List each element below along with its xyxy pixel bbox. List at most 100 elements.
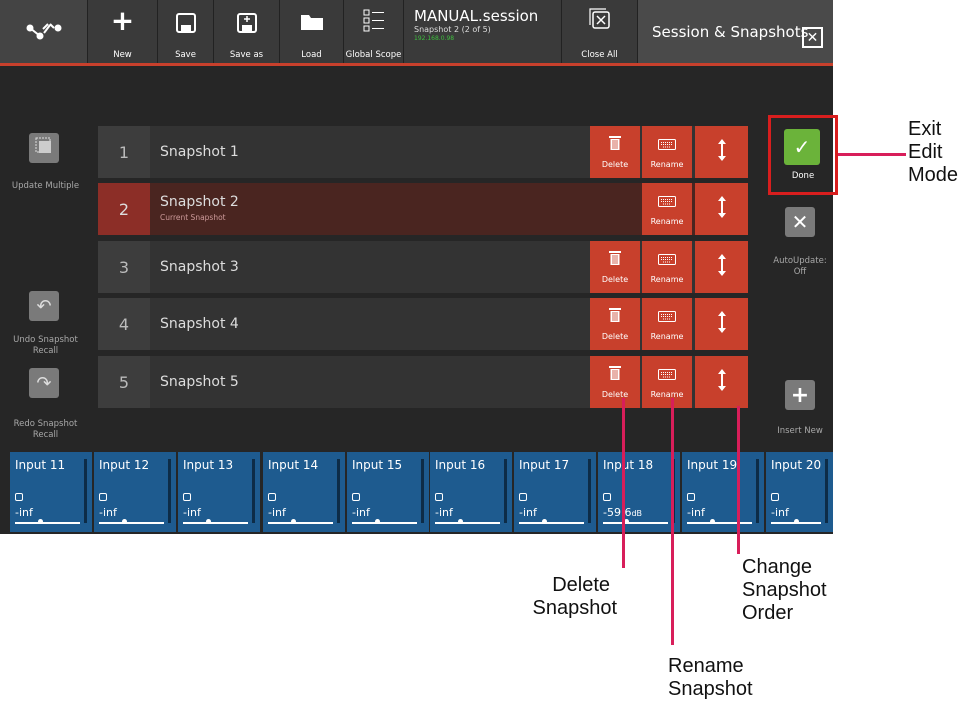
annotation-line: Delete bbox=[552, 574, 610, 596]
fader-track[interactable] bbox=[435, 522, 500, 524]
save-as-button[interactable]: Save as bbox=[214, 0, 280, 63]
fader-track[interactable] bbox=[687, 522, 752, 524]
channel-lock-icon bbox=[687, 493, 695, 501]
channel-level-value: -inf bbox=[687, 506, 705, 519]
channel-fader[interactable]: Input 16 -inf bbox=[430, 452, 512, 532]
fader-knob[interactable] bbox=[458, 519, 463, 524]
channel-lock-icon bbox=[519, 493, 527, 501]
exit-edit-mode-annotation: Exit Edit Mode bbox=[908, 118, 958, 187]
undo-snapshot-recall-button[interactable]: ↶ bbox=[29, 291, 59, 321]
channel-level: -inf bbox=[268, 506, 286, 519]
redo-snapshot-recall-button[interactable]: ↷ bbox=[29, 368, 59, 398]
fader-track[interactable] bbox=[15, 522, 80, 524]
rename-button[interactable]: Rename bbox=[642, 126, 692, 178]
fader-track[interactable] bbox=[519, 522, 584, 524]
delete-button[interactable]: Delete bbox=[590, 126, 640, 178]
save-as-label: Save as bbox=[229, 50, 264, 60]
reorder-handle[interactable] bbox=[695, 183, 748, 235]
reorder-handle[interactable] bbox=[695, 126, 748, 178]
fader-track[interactable] bbox=[603, 522, 668, 524]
plus-icon: + bbox=[110, 4, 135, 37]
channel-fader[interactable]: Input 13 -inf bbox=[178, 452, 260, 532]
channel-name: Input 17 bbox=[519, 458, 570, 472]
channel-level: -inf bbox=[687, 506, 705, 519]
snapshot-row[interactable]: 3 Snapshot 3 Delete Rename bbox=[98, 241, 748, 293]
done-highlight-frame: ✓ Done bbox=[768, 115, 838, 195]
fader-knob[interactable] bbox=[122, 519, 127, 524]
annotation-line: Order bbox=[742, 602, 794, 624]
delete-button[interactable]: Delete bbox=[590, 298, 640, 350]
new-button[interactable]: + New bbox=[88, 0, 158, 63]
delete-button[interactable]: Delete bbox=[590, 356, 640, 408]
fader-knob[interactable] bbox=[206, 519, 211, 524]
fader-track[interactable] bbox=[99, 522, 164, 524]
trash-icon bbox=[609, 250, 621, 269]
channel-level: -inf bbox=[519, 506, 537, 519]
close-all-button[interactable]: Close All bbox=[562, 0, 638, 63]
close-all-icon bbox=[587, 6, 613, 36]
snapshot-name: Snapshot 5 bbox=[160, 374, 239, 390]
rename-button[interactable]: Rename bbox=[642, 241, 692, 293]
fader-knob[interactable] bbox=[710, 519, 715, 524]
done-button[interactable]: ✓ bbox=[784, 129, 820, 165]
channel-lock-icon bbox=[435, 493, 443, 501]
checklist-icon bbox=[363, 8, 385, 38]
keyboard-icon bbox=[658, 192, 676, 211]
rename-button[interactable]: Rename bbox=[642, 183, 692, 235]
channel-level-value: -inf bbox=[15, 506, 33, 519]
snapshot-number: 2 bbox=[98, 183, 150, 235]
channel-fader[interactable]: Input 15 -inf bbox=[347, 452, 429, 532]
fader-knob[interactable] bbox=[375, 519, 380, 524]
done-label: Done bbox=[791, 171, 815, 181]
delete-button[interactable]: Delete bbox=[590, 241, 640, 293]
reorder-handle[interactable] bbox=[695, 298, 748, 350]
channel-level-value: -inf bbox=[435, 506, 453, 519]
channel-fader[interactable]: Input 18 -59.6dB bbox=[598, 452, 680, 532]
load-button[interactable]: Load bbox=[280, 0, 344, 63]
channel-name: Input 13 bbox=[183, 458, 234, 472]
channel-fader[interactable]: Input 14 -inf bbox=[263, 452, 345, 532]
rename-button[interactable]: Rename bbox=[642, 298, 692, 350]
delete-snapshot-annotation: Delete Snapshot bbox=[517, 574, 617, 620]
close-panel-button[interactable]: ✕ bbox=[802, 27, 823, 48]
session-snapshots-app: + New Save Save as Load Global Scope MAN… bbox=[0, 0, 833, 534]
close-icon: ✕ bbox=[806, 29, 819, 46]
level-meter bbox=[756, 459, 759, 523]
fader-knob[interactable] bbox=[542, 519, 547, 524]
snapshot-row[interactable]: 5 Snapshot 5 Delete Rename bbox=[98, 356, 748, 408]
save-button[interactable]: Save bbox=[158, 0, 214, 63]
channel-fader[interactable]: Input 11 -inf bbox=[10, 452, 92, 532]
level-meter bbox=[421, 459, 424, 523]
channel-lock-icon bbox=[15, 493, 23, 501]
insert-new-button[interactable]: + bbox=[785, 380, 815, 410]
channel-fader[interactable]: Input 20 -inf bbox=[766, 452, 833, 532]
annotation-line: Mode bbox=[908, 164, 959, 186]
fader-knob[interactable] bbox=[291, 519, 296, 524]
channel-fader[interactable]: Input 19 -inf bbox=[682, 452, 764, 532]
update-multiple-label: Update Multiple bbox=[11, 181, 80, 191]
autoupdate-toggle[interactable]: ✕ bbox=[785, 207, 815, 237]
fader-track[interactable] bbox=[268, 522, 333, 524]
fader-knob[interactable] bbox=[794, 519, 799, 524]
channel-fader[interactable]: Input 12 -inf bbox=[94, 452, 176, 532]
snapshot-row[interactable]: 4 Snapshot 4 Delete Rename bbox=[98, 298, 748, 350]
channel-fader[interactable]: Input 17 -inf bbox=[514, 452, 596, 532]
snapshot-name: Snapshot 4 bbox=[160, 316, 239, 332]
global-scope-button[interactable]: Global Scope bbox=[344, 0, 404, 63]
fader-knob[interactable] bbox=[38, 519, 43, 524]
update-multiple-button[interactable] bbox=[29, 133, 59, 163]
reorder-handle[interactable] bbox=[695, 241, 748, 293]
snapshot-row[interactable]: 1 Snapshot 1 Delete Rename bbox=[98, 126, 748, 178]
app-menu-button[interactable] bbox=[0, 0, 88, 63]
level-meter bbox=[252, 459, 255, 523]
fader-track[interactable] bbox=[183, 522, 248, 524]
reorder-handle[interactable] bbox=[695, 356, 748, 408]
channel-lock-icon bbox=[603, 493, 611, 501]
fader-track[interactable] bbox=[352, 522, 417, 524]
rename-label: Rename bbox=[650, 332, 684, 341]
channel-name: Input 14 bbox=[268, 458, 319, 472]
snapshot-number: 5 bbox=[98, 356, 150, 408]
snapshot-row-current[interactable]: 2 Snapshot 2 Current Snapshot Rename bbox=[98, 183, 748, 235]
channel-level-value: -inf bbox=[771, 506, 789, 519]
rename-button[interactable]: Rename bbox=[642, 356, 692, 408]
